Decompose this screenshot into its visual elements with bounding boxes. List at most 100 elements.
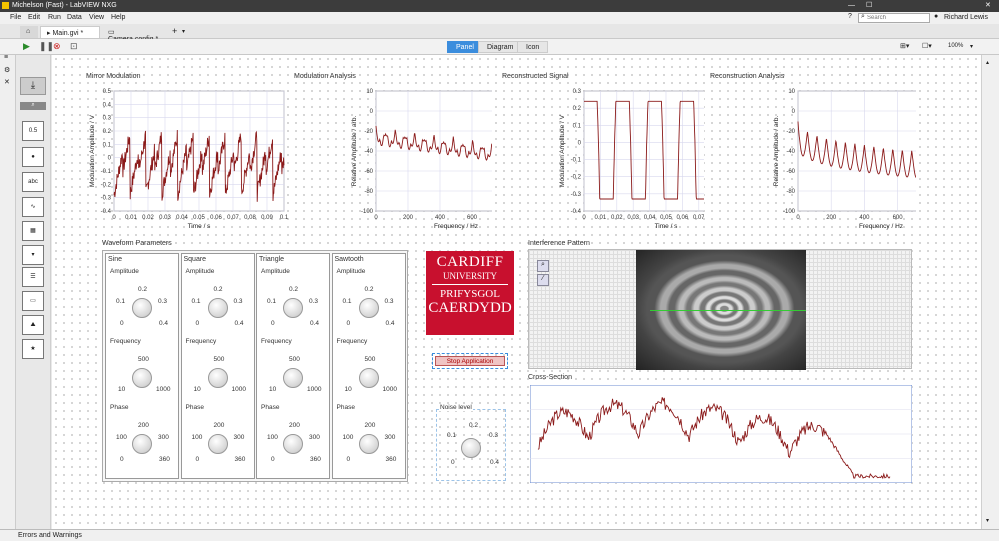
abort-icon[interactable]: ⊗ — [53, 41, 61, 52]
stop-application-button[interactable]: Stop Application — [435, 356, 505, 366]
shapes-icon[interactable]: ★ — [22, 339, 44, 359]
menu-data[interactable]: Data — [67, 14, 82, 21]
interference-pattern-image — [636, 250, 806, 370]
boolean-icon[interactable]: ● — [22, 147, 44, 167]
list-view-icon[interactable]: ≡ — [4, 54, 8, 61]
menu-edit[interactable]: Edit — [28, 14, 40, 21]
menu-help[interactable]: Help — [111, 14, 125, 21]
noise-level-knob[interactable] — [461, 438, 481, 458]
close-icon[interactable]: ✕ — [985, 1, 991, 9]
tab-main-gvi[interactable]: ▸ Main.gvi * — [40, 26, 100, 38]
highlight-icon[interactable]: ⊡ — [70, 41, 78, 52]
numeric-icon[interactable]: 0.5 — [22, 121, 44, 141]
tab-diagram[interactable]: Diagram — [478, 41, 523, 53]
tab-camera-config[interactable]: ▭ Camera.config * — [102, 26, 168, 43]
amplitude-tick: 0.1 — [116, 298, 126, 305]
amplitude-knob-triangle[interactable] — [283, 298, 303, 318]
align-icon[interactable]: ⊞▾ — [900, 42, 909, 50]
pause-icon[interactable]: ❚❚ — [39, 41, 54, 52]
home-tab[interactable]: ⌂ — [20, 26, 38, 38]
string-icon[interactable]: abc — [22, 172, 44, 192]
zoom-dropdown-icon[interactable]: ▾ — [970, 43, 973, 50]
phase-knob-sine[interactable] — [132, 434, 152, 454]
x-tick-label: 0 — [374, 215, 378, 221]
download-icon[interactable]: ⤓ — [20, 77, 46, 95]
scroll-down-icon[interactable]: ▾ — [986, 517, 989, 524]
phase-tick: 100 — [342, 434, 354, 441]
y-tick-label: 0.1 — [573, 123, 582, 129]
tab-main-label: Main.gvi * — [52, 30, 84, 37]
left-icon-strip: ⌂ ▤ ≡ ⚙ ✕ — [0, 24, 16, 529]
tab-dropdown-icon[interactable]: ▾ — [182, 28, 185, 35]
grid-icon[interactable]: ☐▾ — [922, 42, 932, 50]
zoom-tool-icon[interactable]: ⌕ — [537, 260, 549, 272]
x-tick-label: 0.07 — [693, 215, 704, 221]
y-tick-label: 0.1 — [103, 142, 112, 148]
menu-view[interactable]: View — [89, 14, 104, 21]
y-axis-label: Relative Amplitude / arb. — [351, 116, 358, 187]
container-icon[interactable]: ☰ — [22, 267, 44, 287]
reconstructed-signal-graph[interactable]: 0.30.20.10-0.1-0.2-0.3-0.40 0.01 0.02 0.03 0… — [492, 81, 704, 241]
waveform-parameters-title: Waveform Parameters — [102, 240, 172, 247]
help-icon[interactable]: ? — [848, 13, 852, 20]
array-icon[interactable]: ▦ — [22, 221, 44, 241]
amplitude-knob-sine[interactable] — [132, 298, 152, 318]
phase-knob-square[interactable] — [207, 434, 228, 454]
noise-level-label: Noise level — [439, 404, 473, 411]
modulation-analysis-graph[interactable]: 100-20-40-60-80-10002004006008001000Freq… — [292, 81, 492, 241]
amplitude-knob-sawtooth[interactable] — [358, 298, 379, 318]
run-icon[interactable]: ▶ — [23, 41, 30, 52]
frequency-knob-triangle[interactable] — [283, 368, 303, 388]
x-tick-label: 0.02 — [142, 215, 154, 221]
front-panel-canvas[interactable]: Mirror Modulation Modulation Analysis Re… — [52, 55, 981, 529]
add-tab-icon[interactable]: + — [172, 26, 177, 36]
scroll-up-icon[interactable]: ▴ — [986, 59, 989, 66]
x-tick-label: 0.04 — [644, 215, 656, 221]
list-icon[interactable]: ▾ — [22, 245, 44, 265]
decoration-icon[interactable]: ▭ — [22, 291, 44, 311]
mirror-chart-title: Mirror Modulation — [86, 73, 141, 80]
reconstruction-analysis-graph[interactable]: 100-20-40-60-80-10002004006008001000Freq… — [704, 81, 916, 241]
x-tick-label: 0.09 — [261, 215, 273, 221]
frequency-knob-square[interactable] — [207, 368, 228, 388]
window-max-icon[interactable]: ☐ — [866, 1, 872, 9]
y-tick-label: -60 — [364, 169, 373, 175]
mirror-modulation-graph[interactable]: 0.50.40.30.20.10-0.1-0.2-0.3-0.40 0.01 0.0… — [52, 81, 292, 241]
section-title: Sawtooth — [334, 256, 364, 263]
frequency-tick: 1000 — [307, 386, 322, 393]
cross-section-line — [650, 310, 806, 311]
palette-search-icon[interactable]: ⌕ — [20, 102, 46, 110]
menu-run[interactable]: Run — [48, 14, 61, 21]
user-icon[interactable]: ● — [934, 13, 938, 20]
tab-icon[interactable]: Icon — [517, 41, 549, 53]
x-tick-label: 0.01 — [595, 215, 607, 221]
vertical-scrollbar[interactable]: ▴ ▾ — [981, 55, 999, 529]
y-tick-label: -40 — [786, 149, 795, 155]
frequency-tick: 10 — [269, 386, 277, 393]
interference-image-display[interactable]: ⌕ ⁄ — [528, 249, 912, 370]
graph-icon[interactable]: ∿ — [22, 197, 44, 217]
y-tick-label: -0.2 — [571, 175, 582, 181]
cross-section-graph[interactable] — [530, 385, 912, 483]
user-name[interactable]: Richard Lewis — [944, 14, 988, 21]
image-icon[interactable]: ⛰ — [22, 315, 44, 335]
x-tick-label: 0.08 — [244, 215, 256, 221]
tools-icon[interactable]: ✕ — [4, 78, 10, 86]
errors-warnings-toggle[interactable]: Errors and Warnings — [18, 532, 82, 539]
menu-file[interactable]: File — [10, 14, 21, 21]
gear-icon[interactable]: ⚙ — [4, 66, 10, 74]
frequency-tick: 500 — [138, 356, 149, 363]
amplitude-knob-square[interactable] — [207, 298, 228, 318]
zoom-select[interactable]: 100% — [948, 43, 963, 49]
document-tab-bar: ⌂ ▸ Main.gvi * ▭ Camera.config * + ▾ — [0, 24, 999, 43]
phase-knob-sawtooth[interactable] — [358, 434, 379, 454]
search-input[interactable] — [858, 13, 930, 23]
phase-knob-triangle[interactable] — [283, 434, 303, 454]
window-min-icon[interactable]: — — [848, 2, 855, 9]
recon-chart-title: Reconstructed Signal — [502, 73, 569, 80]
y-tick-label: -80 — [364, 189, 373, 195]
frequency-knob-sine[interactable] — [132, 368, 152, 388]
line-tool-icon[interactable]: ⁄ — [537, 274, 549, 286]
section-title: Triangle — [259, 256, 285, 263]
frequency-knob-sawtooth[interactable] — [358, 368, 379, 388]
